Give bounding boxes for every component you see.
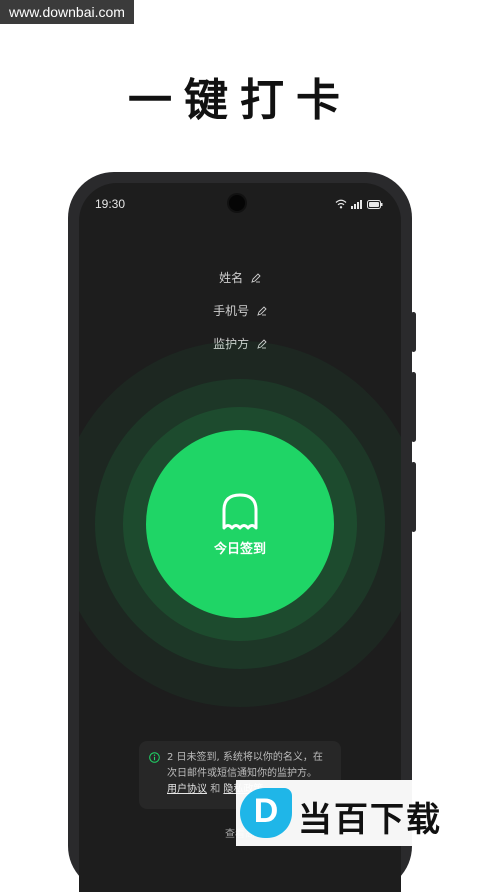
checkin-label: 今日签到 [213, 542, 266, 557]
status-time: 19:30 [95, 197, 126, 211]
wifi-icon [335, 199, 347, 209]
status-icons [335, 199, 383, 209]
name-field[interactable]: 姓名 [79, 269, 401, 286]
notice-and: 和 [210, 784, 221, 795]
brand-logo: D [240, 788, 292, 838]
checkin-button[interactable]: 今日签到 [146, 430, 334, 618]
pencil-icon[interactable] [257, 306, 267, 316]
ghost-icon [222, 493, 258, 530]
brand-logo-letter: D [253, 792, 279, 830]
side-button [411, 462, 416, 532]
user-agreement-link[interactable]: 用户协议 [167, 784, 207, 795]
info-icon [149, 752, 160, 763]
site-watermark: www.downbai.com [0, 0, 134, 24]
front-camera [229, 195, 245, 211]
phone-label: 手机号 [213, 304, 250, 318]
name-label: 姓名 [219, 271, 244, 285]
brand-name: 当百下载 [298, 800, 442, 840]
power-button [411, 372, 416, 442]
page-headline: 一键打卡 [128, 75, 352, 126]
signal-icon [351, 200, 362, 209]
battery-icon [367, 199, 383, 209]
volume-button [411, 312, 416, 352]
notice-line1: 2 日未签到, 系统将以你的名义，在 [167, 752, 323, 763]
pencil-icon[interactable] [251, 273, 261, 283]
phone-field[interactable]: 手机号 [79, 302, 401, 319]
brand-watermark: D 当百下载 [236, 780, 480, 846]
